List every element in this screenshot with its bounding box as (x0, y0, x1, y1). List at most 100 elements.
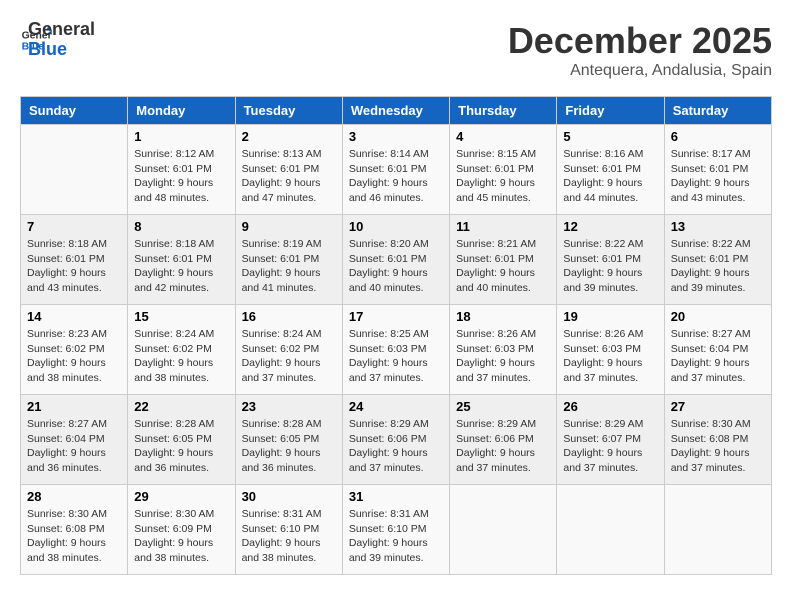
day-number: 2 (242, 129, 336, 144)
day-number: 10 (349, 219, 443, 234)
day-number: 6 (671, 129, 765, 144)
day-number: 11 (456, 219, 550, 234)
calendar-cell: 15Sunrise: 8:24 AMSunset: 6:02 PMDayligh… (128, 305, 235, 395)
calendar-table: SundayMondayTuesdayWednesdayThursdayFrid… (20, 96, 772, 575)
day-info: Sunrise: 8:23 AMSunset: 6:02 PMDaylight:… (27, 327, 121, 386)
day-info: Sunrise: 8:26 AMSunset: 6:03 PMDaylight:… (563, 327, 657, 386)
calendar-cell: 16Sunrise: 8:24 AMSunset: 6:02 PMDayligh… (235, 305, 342, 395)
calendar-cell: 21Sunrise: 8:27 AMSunset: 6:04 PMDayligh… (21, 395, 128, 485)
weekday-header-friday: Friday (557, 97, 664, 125)
calendar-cell (450, 485, 557, 575)
day-info: Sunrise: 8:21 AMSunset: 6:01 PMDaylight:… (456, 237, 550, 296)
weekday-header-saturday: Saturday (664, 97, 771, 125)
calendar-cell: 30 Sunrise: 8:31 AMSunset: 6:10 PMDayligh… (235, 485, 342, 575)
calendar-cell: 5 Sunrise: 8:16 AMSunset: 6:01 PMDaylight… (557, 125, 664, 215)
day-info: Sunrise: 8:25 AMSunset: 6:03 PMDaylight:… (349, 327, 443, 386)
header: General Blue General Blue December 2025 … (20, 20, 772, 80)
calendar-cell: 11 Sunrise: 8:21 AMSunset: 6:01 PMDayligh… (450, 215, 557, 305)
calendar-cell: 20 Sunrise: 8:27 AMSunset: 6:04 PMDayligh… (664, 305, 771, 395)
day-number: 15 (134, 309, 228, 324)
calendar-cell: 27Sunrise: 8:30 AMSunset: 6:08 PMDayligh… (664, 395, 771, 485)
day-info: Sunrise: 8:18 AMSunset: 6:01 PMDaylight:… (27, 237, 121, 296)
day-number: 7 (27, 219, 121, 234)
location-title: Antequera, Andalusia, Spain (508, 62, 772, 80)
calendar-cell: 18 Sunrise: 8:26 AMSunset: 6:03 PMDayligh… (450, 305, 557, 395)
day-info: Sunrise: 8:26 AMSunset: 6:03 PMDaylight:… (456, 327, 550, 386)
calendar-cell: 10 Sunrise: 8:20 AMSunset: 6:01 PMDayligh… (342, 215, 449, 305)
day-number: 20 (671, 309, 765, 324)
day-number: 14 (27, 309, 121, 324)
logo-blue-text: Blue (28, 40, 95, 60)
day-info: Sunrise: 8:24 AMSunset: 6:02 PMDaylight:… (242, 327, 336, 386)
day-info: Sunrise: 8:29 AMSunset: 6:06 PMDaylight:… (349, 417, 443, 476)
calendar-week-row: 1 Sunrise: 8:12 AMSunset: 6:01 PMDaylight… (21, 125, 772, 215)
weekday-header-monday: Monday (128, 97, 235, 125)
day-info: Sunrise: 8:30 AMSunset: 6:08 PMDaylight:… (27, 507, 121, 566)
calendar-cell: 4 Sunrise: 8:15 AMSunset: 6:01 PMDaylight… (450, 125, 557, 215)
calendar-cell: 1 Sunrise: 8:12 AMSunset: 6:01 PMDaylight… (128, 125, 235, 215)
day-info: Sunrise: 8:27 AMSunset: 6:04 PMDaylight:… (671, 327, 765, 386)
day-info: Sunrise: 8:29 AMSunset: 6:06 PMDaylight:… (456, 417, 550, 476)
day-number: 8 (134, 219, 228, 234)
day-number: 22 (134, 399, 228, 414)
calendar-cell: 31Sunrise: 8:31 AMSunset: 6:10 PMDayligh… (342, 485, 449, 575)
day-number: 25 (456, 399, 550, 414)
day-number: 18 (456, 309, 550, 324)
day-info: Sunrise: 8:28 AMSunset: 6:05 PMDaylight:… (242, 417, 336, 476)
day-info: Sunrise: 8:22 AMSunset: 6:01 PMDaylight:… (671, 237, 765, 296)
weekday-header-sunday: Sunday (21, 97, 128, 125)
calendar-cell: 23 Sunrise: 8:28 AMSunset: 6:05 PMDayligh… (235, 395, 342, 485)
day-number: 5 (563, 129, 657, 144)
day-number: 1 (134, 129, 228, 144)
calendar-cell: 26 Sunrise: 8:29 AMSunset: 6:07 PMDayligh… (557, 395, 664, 485)
calendar-cell (557, 485, 664, 575)
calendar-cell: 25 Sunrise: 8:29 AMSunset: 6:06 PMDayligh… (450, 395, 557, 485)
day-info: Sunrise: 8:17 AMSunset: 6:01 PMDaylight:… (671, 147, 765, 206)
calendar-cell: 8 Sunrise: 8:18 AMSunset: 6:01 PMDaylight… (128, 215, 235, 305)
day-number: 19 (563, 309, 657, 324)
calendar-week-row: 21Sunrise: 8:27 AMSunset: 6:04 PMDayligh… (21, 395, 772, 485)
day-number: 23 (242, 399, 336, 414)
logo: General Blue General Blue (20, 20, 95, 60)
weekday-header-wednesday: Wednesday (342, 97, 449, 125)
weekday-header-row: SundayMondayTuesdayWednesdayThursdayFrid… (21, 97, 772, 125)
day-number: 24 (349, 399, 443, 414)
calendar-cell: 29Sunrise: 8:30 AMSunset: 6:09 PMDayligh… (128, 485, 235, 575)
day-info: Sunrise: 8:29 AMSunset: 6:07 PMDaylight:… (563, 417, 657, 476)
calendar-week-row: 14 Sunrise: 8:23 AMSunset: 6:02 PMDayligh… (21, 305, 772, 395)
calendar-cell (664, 485, 771, 575)
day-info: Sunrise: 8:20 AMSunset: 6:01 PMDaylight:… (349, 237, 443, 296)
calendar-cell: 13Sunrise: 8:22 AMSunset: 6:01 PMDayligh… (664, 215, 771, 305)
day-number: 21 (27, 399, 121, 414)
day-info: Sunrise: 8:12 AMSunset: 6:01 PMDaylight:… (134, 147, 228, 206)
calendar-cell (21, 125, 128, 215)
day-info: Sunrise: 8:31 AMSunset: 6:10 PMDaylight:… (242, 507, 336, 566)
calendar-cell: 19 Sunrise: 8:26 AMSunset: 6:03 PMDayligh… (557, 305, 664, 395)
day-info: Sunrise: 8:18 AMSunset: 6:01 PMDaylight:… (134, 237, 228, 296)
day-number: 26 (563, 399, 657, 414)
day-info: Sunrise: 8:31 AMSunset: 6:10 PMDaylight:… (349, 507, 443, 566)
day-number: 27 (671, 399, 765, 414)
calendar-cell: 17 Sunrise: 8:25 AMSunset: 6:03 PMDayligh… (342, 305, 449, 395)
day-info: Sunrise: 8:16 AMSunset: 6:01 PMDaylight:… (563, 147, 657, 206)
day-number: 30 (242, 489, 336, 504)
day-number: 9 (242, 219, 336, 234)
day-info: Sunrise: 8:22 AMSunset: 6:01 PMDaylight:… (563, 237, 657, 296)
title-area: December 2025 Antequera, Andalusia, Spai… (508, 20, 772, 80)
calendar-week-row: 7 Sunrise: 8:18 AMSunset: 6:01 PMDaylight… (21, 215, 772, 305)
calendar-cell: 24 Sunrise: 8:29 AMSunset: 6:06 PMDayligh… (342, 395, 449, 485)
calendar-cell: 3Sunrise: 8:14 AMSunset: 6:01 PMDaylight… (342, 125, 449, 215)
calendar-cell: 9Sunrise: 8:19 AMSunset: 6:01 PMDaylight… (235, 215, 342, 305)
day-info: Sunrise: 8:28 AMSunset: 6:05 PMDaylight:… (134, 417, 228, 476)
day-info: Sunrise: 8:15 AMSunset: 6:01 PMDaylight:… (456, 147, 550, 206)
calendar-week-row: 28Sunrise: 8:30 AMSunset: 6:08 PMDayligh… (21, 485, 772, 575)
calendar-cell: 22 Sunrise: 8:28 AMSunset: 6:05 PMDayligh… (128, 395, 235, 485)
day-number: 3 (349, 129, 443, 144)
calendar-cell: 6 Sunrise: 8:17 AMSunset: 6:01 PMDaylight… (664, 125, 771, 215)
calendar-cell: 28Sunrise: 8:30 AMSunset: 6:08 PMDayligh… (21, 485, 128, 575)
day-number: 4 (456, 129, 550, 144)
day-number: 17 (349, 309, 443, 324)
weekday-header-thursday: Thursday (450, 97, 557, 125)
day-number: 29 (134, 489, 228, 504)
month-title: December 2025 (508, 20, 772, 62)
